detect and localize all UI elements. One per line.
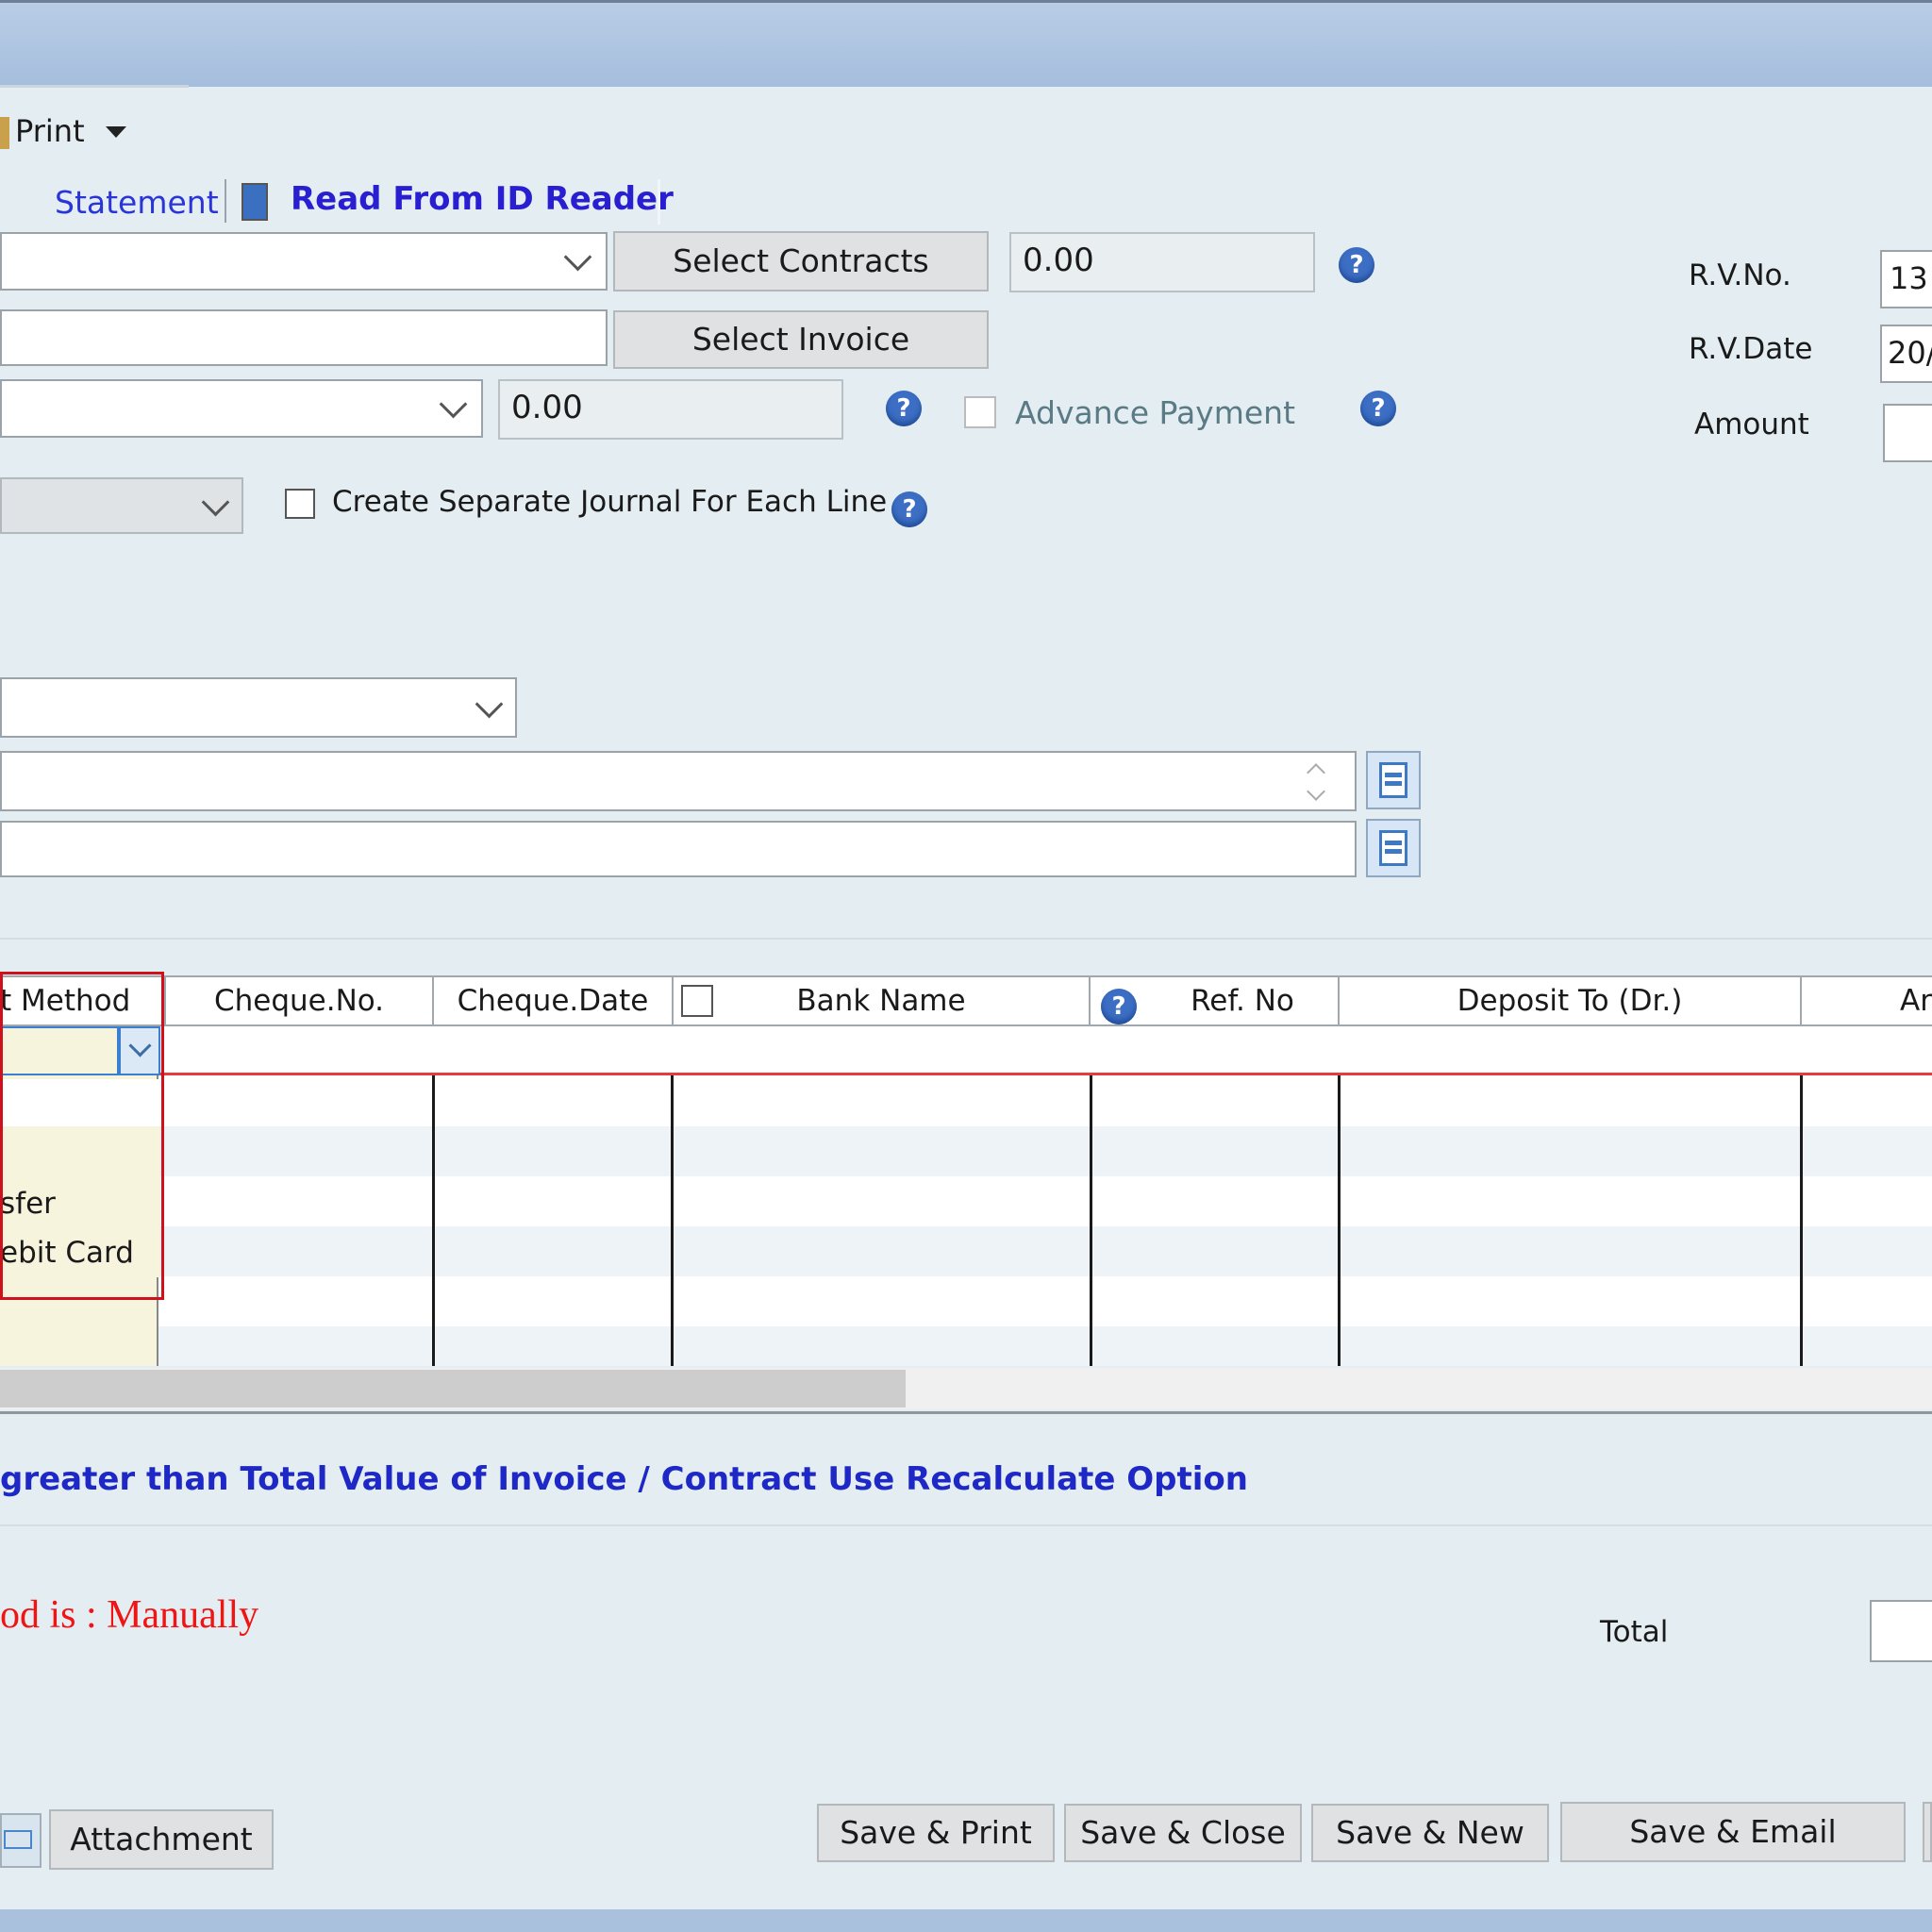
tab-underline xyxy=(0,85,189,88)
journal-combo[interactable] xyxy=(0,477,243,534)
print-icon[interactable] xyxy=(0,117,9,149)
help-icon[interactable]: ? xyxy=(891,491,927,527)
grid-body xyxy=(0,1075,1932,1366)
toolbar-divider xyxy=(225,179,226,223)
table-row[interactable] xyxy=(0,1226,1932,1276)
grid-new-row[interactable] xyxy=(0,1026,1932,1075)
remarks-field[interactable] xyxy=(0,821,1357,877)
chevron-down-icon xyxy=(563,242,592,272)
rv-date-field[interactable]: 20/( xyxy=(1880,325,1932,383)
more-button[interactable] xyxy=(1923,1802,1932,1862)
help-icon[interactable]: ? xyxy=(1360,391,1396,426)
account-combo[interactable] xyxy=(0,379,483,438)
column-divider xyxy=(671,1075,674,1366)
rv-no-label: R.V.No. xyxy=(1689,258,1791,292)
rv-date-label: R.V.Date xyxy=(1689,332,1813,366)
id-reader-icon[interactable] xyxy=(242,183,268,221)
narration-textarea[interactable] xyxy=(0,751,1357,811)
total-field xyxy=(1870,1600,1932,1662)
window-bottom-border xyxy=(0,1909,1932,1932)
account-amount-field: 0.00 xyxy=(498,379,843,440)
save-new-button[interactable]: Save & New xyxy=(1311,1804,1549,1862)
contracts-amount-field: 0.00 xyxy=(1009,232,1315,292)
column-cheque-date[interactable]: Cheque.Date xyxy=(434,977,674,1024)
help-icon[interactable]: ? xyxy=(1101,989,1137,1024)
envelope-icon xyxy=(4,1830,32,1849)
column-divider xyxy=(1090,1075,1092,1366)
column-amount[interactable]: Ar xyxy=(1802,977,1932,1024)
save-email-button[interactable]: Save & Email xyxy=(1560,1802,1906,1862)
invoice-field[interactable] xyxy=(0,309,608,366)
column-divider xyxy=(1800,1075,1803,1366)
column-deposit-to[interactable]: Deposit To (Dr.) xyxy=(1340,977,1802,1024)
chevron-down-icon xyxy=(439,390,468,419)
column-bank-name[interactable]: Bank Name xyxy=(674,977,1091,1024)
horizontal-scrollbar[interactable] xyxy=(0,1368,1932,1409)
amount-label: Amount xyxy=(1694,408,1809,441)
title-bar xyxy=(0,0,1932,87)
print-dropdown-arrow-icon[interactable] xyxy=(106,126,126,138)
column-divider xyxy=(432,1075,435,1366)
info-message: greater than Total Value of Invoice / Co… xyxy=(0,1460,1248,1498)
table-row[interactable] xyxy=(0,1126,1932,1176)
chevron-down-icon xyxy=(201,488,230,517)
total-label: Total xyxy=(1600,1615,1669,1649)
grid-header: t Method Cheque.No. Cheque.Date Bank Nam… xyxy=(0,975,1932,1026)
dropdown-highlight xyxy=(0,972,164,1300)
scroll-up-icon[interactable] xyxy=(1307,763,1325,782)
advance-payment-checkbox[interactable] xyxy=(964,396,996,428)
column-divider xyxy=(1338,1075,1341,1366)
save-narration-icon[interactable] xyxy=(1366,751,1421,809)
message-divider xyxy=(0,1524,1932,1526)
contract-combo[interactable] xyxy=(0,232,608,291)
advance-payment-label: Advance Payment xyxy=(1015,394,1296,431)
toolbar-end-divider xyxy=(658,179,660,225)
save-print-button[interactable]: Save & Print xyxy=(817,1804,1055,1862)
select-all-checkbox[interactable] xyxy=(681,985,713,1017)
attachment-button[interactable]: Attachment xyxy=(49,1809,274,1870)
scroll-down-icon[interactable] xyxy=(1307,782,1325,801)
scrollbar-thumb[interactable] xyxy=(0,1370,906,1407)
grid-bottom-border xyxy=(0,1411,1932,1414)
column-cheque-no[interactable]: Cheque.No. xyxy=(166,977,434,1024)
separate-journal-checkbox[interactable] xyxy=(285,489,315,519)
table-row[interactable] xyxy=(0,1326,1932,1366)
save-close-button[interactable]: Save & Close xyxy=(1064,1804,1302,1862)
select-contracts-button[interactable]: Select Contracts xyxy=(613,231,989,291)
separate-journal-label: Create Separate Journal For Each Line xyxy=(332,485,888,519)
help-icon[interactable]: ? xyxy=(1339,247,1374,283)
section-divider xyxy=(0,938,1932,940)
rv-no-field[interactable]: 13 xyxy=(1880,250,1932,308)
method-message: od is : Manually xyxy=(0,1593,259,1637)
help-icon[interactable]: ? xyxy=(886,391,922,426)
amount-field[interactable] xyxy=(1883,404,1932,462)
email-icon[interactable] xyxy=(0,1813,42,1868)
branch-combo[interactable] xyxy=(0,677,517,738)
print-button[interactable]: Print xyxy=(15,113,85,149)
read-from-id-reader-button[interactable]: Read From ID Reader xyxy=(291,180,674,218)
statement-link[interactable]: Statement xyxy=(55,184,219,221)
chevron-down-icon xyxy=(475,690,504,719)
save-remarks-icon[interactable] xyxy=(1366,819,1421,877)
select-invoice-button[interactable]: Select Invoice xyxy=(613,310,989,369)
